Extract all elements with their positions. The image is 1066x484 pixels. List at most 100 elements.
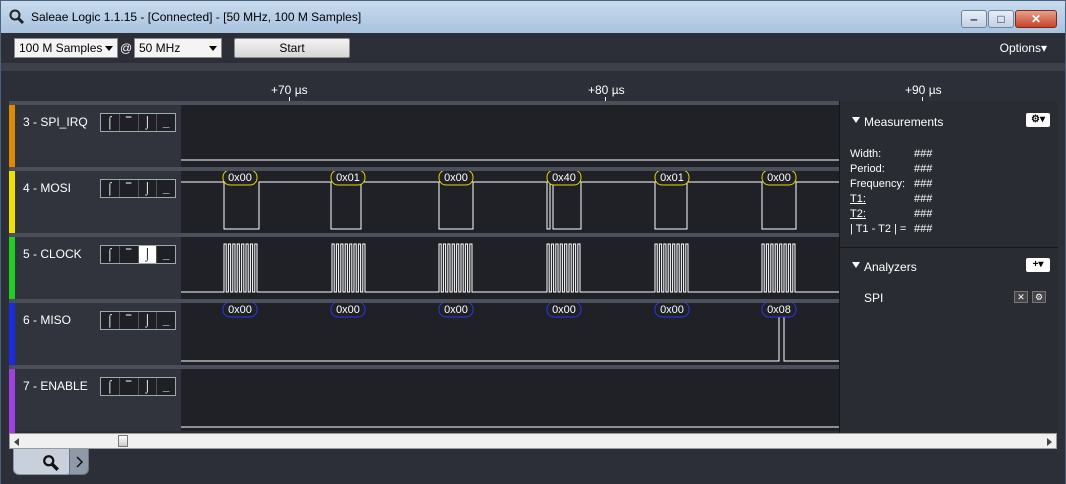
- miso-byte-text: 0x00: [444, 304, 468, 316]
- measurement-value: ###: [914, 148, 933, 160]
- ruler-tick: +90 µs: [905, 83, 942, 97]
- falling-edge-trigger-icon[interactable]: ⌡: [139, 312, 158, 329]
- low-level-trigger-icon[interactable]: _: [157, 378, 175, 395]
- channel-label-panel[interactable]: 6 - MISO ⌠ ‾ ⌡ _: [9, 299, 181, 369]
- close-icon[interactable]: ✕: [1014, 291, 1028, 303]
- waveform-mosi[interactable]: 0x00 0x01 0x00 0x40 0x01 0x00: [181, 167, 839, 233]
- mosi-byte-label: 0x01: [654, 171, 690, 186]
- miso-byte-label: 0x00: [546, 303, 582, 318]
- add-analyzer-icon[interactable]: +▾: [1026, 258, 1050, 272]
- collapse-triangle-icon[interactable]: [852, 262, 860, 268]
- rising-edge-trigger-icon[interactable]: ⌠: [101, 246, 120, 263]
- channel-color-strip: [9, 171, 15, 237]
- mosi-byte-text: 0x00: [444, 172, 468, 184]
- falling-edge-trigger-icon[interactable]: ⌡: [138, 246, 158, 263]
- channel-label-panel[interactable]: 5 - CLOCK ⌠ ‾ ⌡ _: [9, 233, 181, 303]
- miso-byte-label: 0x00: [222, 303, 258, 318]
- analyzer-spi[interactable]: SPI: [864, 291, 883, 305]
- rising-edge-trigger-icon[interactable]: ⌠: [101, 378, 120, 395]
- time-ruler[interactable]: +70 µs +80 µs +90 µs: [1, 71, 1065, 102]
- measurement-row: T1: ###: [850, 192, 932, 207]
- scroll-right-icon[interactable]: [1047, 438, 1052, 446]
- options-menu[interactable]: Options▾: [1000, 41, 1047, 55]
- channel-label-panel[interactable]: 4 - MOSI ⌠ ‾ ⌡ _: [9, 167, 181, 237]
- rising-edge-trigger-icon[interactable]: ⌠: [101, 312, 120, 329]
- measurement-row: Frequency: ###: [850, 177, 932, 192]
- measurement-row: T2: ###: [850, 207, 932, 222]
- title-bar[interactable]: Saleae Logic 1.1.15 - [Connected] - [50 …: [1, 1, 1065, 33]
- chevron-down-icon: [209, 46, 217, 51]
- measurement-key: | T1 - T2 | =: [850, 223, 907, 235]
- high-level-trigger-icon[interactable]: ‾: [120, 114, 139, 131]
- falling-edge-trigger-icon[interactable]: ⌡: [139, 378, 158, 395]
- horizontal-scrollbar[interactable]: [9, 433, 1057, 449]
- mosi-byte-text: 0x00: [228, 172, 252, 184]
- clock-trace: [181, 243, 839, 293]
- scroll-thumb[interactable]: [118, 435, 128, 447]
- expand-tab[interactable]: [69, 449, 89, 475]
- channel-label-panel[interactable]: 3 - SPI_IRQ ⌠ ‾ ⌡ _: [9, 101, 181, 171]
- measurement-key: Frequency:: [850, 178, 906, 190]
- high-level-trigger-icon[interactable]: ‾: [120, 246, 139, 263]
- mosi-byte-text: 0x40: [552, 172, 576, 184]
- rate-select[interactable]: 50 MHz: [134, 38, 222, 58]
- measurement-key-link[interactable]: T2:: [850, 207, 914, 222]
- start-button[interactable]: Start: [234, 38, 350, 58]
- mosi-byte-text: 0x00: [767, 172, 791, 184]
- channel-label-panel[interactable]: 7 - ENABLE ⌠ ‾ ⌡ _: [9, 365, 181, 435]
- close-button[interactable]: ✕: [1015, 10, 1057, 28]
- channel-row-spi-irq: 3 - SPI_IRQ ⌠ ‾ ⌡ _: [9, 101, 839, 171]
- trigger-selector[interactable]: ⌠ ‾ ⌡ _: [100, 113, 176, 132]
- miso-byte-text: 0x00: [336, 304, 360, 316]
- mosi-byte-text: 0x01: [336, 172, 360, 184]
- channel-area: 3 - SPI_IRQ ⌠ ‾ ⌡ _ 4 - MOSI ⌠ ‾ ⌡ _ 0x0…: [9, 101, 839, 435]
- waveform-clock[interactable]: [181, 233, 839, 299]
- rising-edge-trigger-icon[interactable]: ⌠: [101, 180, 120, 197]
- waveform-enable[interactable]: [181, 365, 839, 431]
- samples-value: 100 M Samples: [19, 41, 103, 55]
- channel-row-miso: 6 - MISO ⌠ ‾ ⌡ _ 0x00 0x00 0x00 0x00 0x0…: [9, 299, 839, 369]
- overview-band: [1, 63, 1065, 71]
- waveform-miso[interactable]: 0x00 0x00 0x00 0x00 0x00 0x08: [181, 299, 839, 365]
- channel-name: 4 - MOSI: [23, 181, 72, 195]
- collapse-triangle-icon[interactable]: [852, 117, 860, 123]
- rising-edge-trigger-icon[interactable]: ⌠: [101, 114, 120, 131]
- high-level-trigger-icon[interactable]: ‾: [120, 378, 139, 395]
- miso-byte-label: 0x00: [330, 303, 366, 318]
- chevron-right-icon: [76, 456, 84, 468]
- trigger-selector[interactable]: ⌠ ‾ ⌡ _: [100, 311, 176, 330]
- channel-color-strip: [9, 105, 15, 171]
- high-level-trigger-icon[interactable]: ‾: [120, 180, 139, 197]
- high-level-trigger-icon[interactable]: ‾: [120, 312, 139, 329]
- waveform-spi-irq[interactable]: [181, 101, 839, 167]
- samples-select[interactable]: 100 M Samples: [14, 38, 118, 58]
- scroll-left-icon[interactable]: [14, 438, 19, 446]
- miso-byte-text: 0x08: [767, 304, 791, 316]
- falling-edge-trigger-icon[interactable]: ⌡: [139, 114, 158, 131]
- maximize-button[interactable]: □: [988, 10, 1014, 28]
- search-tab[interactable]: [13, 449, 73, 475]
- toolbar: 100 M Samples @ 50 MHz Start Options▾: [1, 33, 1065, 63]
- trigger-selector[interactable]: ⌠ ‾ ⌡ _: [100, 179, 176, 198]
- measurements-header[interactable]: Measurements ⚙▾: [840, 107, 1058, 133]
- low-level-trigger-icon[interactable]: _: [157, 312, 175, 329]
- gear-icon[interactable]: ⚙: [1032, 291, 1046, 303]
- channel-color-strip: [9, 369, 15, 435]
- minimize-button[interactable]: ‒: [961, 10, 987, 28]
- trigger-selector[interactable]: ⌠ ‾ ⌡ _: [100, 245, 176, 264]
- low-level-trigger-icon[interactable]: _: [157, 114, 175, 131]
- measurement-key-link[interactable]: T1:: [850, 192, 914, 207]
- channel-name: 3 - SPI_IRQ: [23, 115, 88, 129]
- mosi-byte-text: 0x01: [660, 172, 684, 184]
- falling-edge-trigger-icon[interactable]: ⌡: [139, 180, 158, 197]
- trigger-selector[interactable]: ⌠ ‾ ⌡ _: [100, 377, 176, 396]
- miso-byte-text: 0x00: [660, 304, 684, 316]
- low-level-trigger-icon[interactable]: _: [157, 180, 175, 197]
- analyzers-header[interactable]: Analyzers +▾: [840, 252, 1058, 278]
- gear-icon[interactable]: ⚙▾: [1026, 113, 1050, 127]
- low-level-trigger-icon[interactable]: _: [157, 246, 175, 263]
- measurement-value: ###: [914, 208, 933, 220]
- miso-byte-text: 0x00: [552, 304, 576, 316]
- measurement-value: ###: [914, 223, 933, 235]
- miso-byte-label: 0x08: [761, 303, 797, 318]
